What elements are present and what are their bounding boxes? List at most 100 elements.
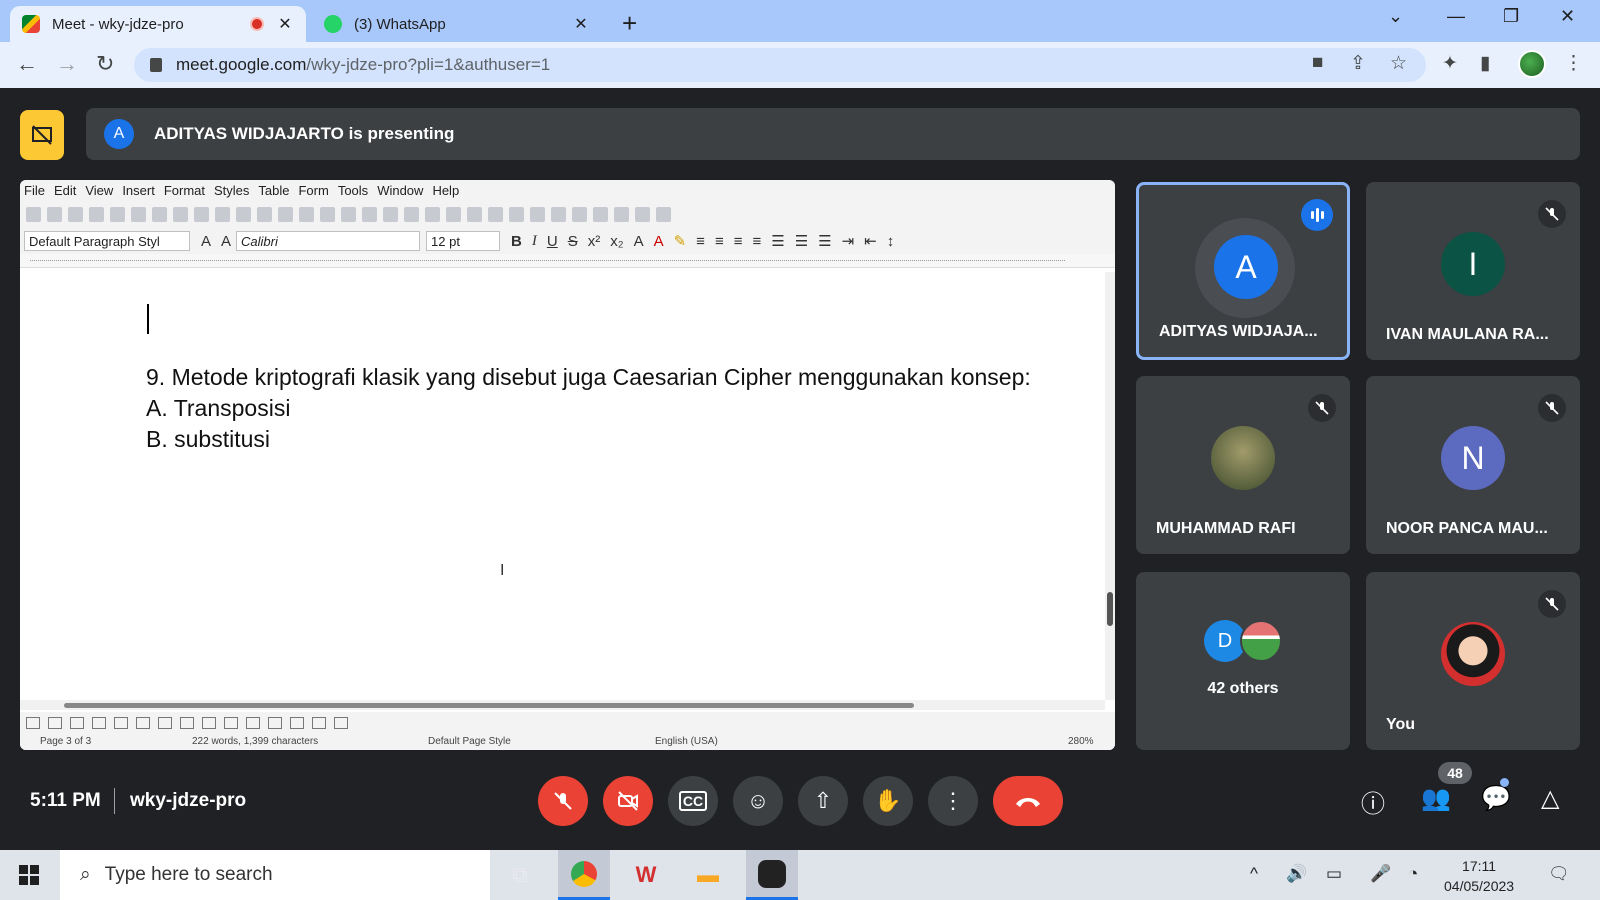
insert-textbox-icon[interactable] — [383, 206, 398, 222]
cut-icon[interactable] — [131, 206, 146, 222]
highlight-icon[interactable]: ✎ — [674, 232, 687, 250]
bold-icon[interactable]: B — [511, 233, 522, 250]
save-icon[interactable] — [47, 206, 62, 222]
line-icon[interactable] — [614, 206, 629, 222]
address-bar[interactable]: meet.google.com/wky-jdze-pro?pli=1&authu… — [134, 48, 1426, 82]
menu-edit[interactable]: Edit — [54, 183, 76, 198]
minimize-icon[interactable]: — — [1447, 6, 1465, 27]
share-icon[interactable]: ⇪ — [1350, 52, 1366, 75]
camera-toggle-button[interactable] — [603, 776, 653, 826]
increase-indent-icon[interactable]: ⇥ — [842, 232, 855, 250]
microphone-tray-icon[interactable]: 🎤 — [1370, 864, 1391, 884]
paste-icon[interactable] — [173, 206, 188, 222]
insert-table-icon[interactable] — [320, 206, 335, 222]
print-preview-icon[interactable] — [110, 206, 125, 222]
participant-tile[interactable]: I IVAN MAULANA RA... — [1366, 182, 1580, 360]
new-style-icon[interactable]: A — [221, 233, 231, 250]
decrease-indent-icon[interactable]: ⇤ — [864, 232, 877, 250]
ruler[interactable] — [20, 254, 1115, 268]
notifications-icon[interactable]: 🗨 — [1548, 864, 1570, 884]
triangle-tool-icon[interactable] — [158, 717, 172, 729]
line-spacing-icon[interactable]: ↕ — [887, 233, 895, 250]
insert-chart-icon[interactable] — [362, 206, 377, 222]
ellipse-tool-icon[interactable] — [136, 717, 150, 729]
hyperlink-icon[interactable] — [467, 206, 482, 222]
strikethrough-icon[interactable]: S — [568, 233, 578, 250]
export-pdf-icon[interactable] — [68, 206, 83, 222]
battery-icon[interactable]: ▭ — [1326, 864, 1342, 884]
stars-icon[interactable] — [246, 717, 260, 729]
new-tab-icon[interactable]: + — [622, 8, 637, 39]
track-changes-icon[interactable] — [593, 206, 608, 222]
wps-office-icon[interactable]: W — [620, 850, 672, 900]
close-tab-icon[interactable]: ✕ — [572, 14, 590, 34]
wifi-icon[interactable]: ◔ — [1408, 864, 1418, 884]
bookmark-icon[interactable] — [530, 206, 545, 222]
block-arrows-icon[interactable] — [224, 717, 238, 729]
rectangle-tool-icon[interactable] — [114, 717, 128, 729]
scroll-thumb[interactable] — [64, 703, 914, 708]
menu-insert[interactable]: Insert — [122, 183, 155, 198]
forward-icon[interactable]: → — [56, 51, 78, 77]
menu-form[interactable]: Form — [298, 183, 328, 198]
curve-tool-icon[interactable] — [92, 717, 106, 729]
italic-icon[interactable]: I — [532, 233, 537, 250]
more-menu-icon[interactable]: ⋮ — [1564, 52, 1583, 75]
paragraph-style-select[interactable]: Default Paragraph Styl — [24, 231, 190, 251]
print-icon[interactable] — [89, 206, 104, 222]
spelling-icon[interactable] — [278, 206, 293, 222]
show-hidden-icons[interactable]: ^ — [1250, 864, 1258, 884]
scroll-thumb[interactable] — [1107, 592, 1113, 626]
more-options-button[interactable]: ⋮ — [928, 776, 978, 826]
camera-in-use-icon[interactable]: ■ — [1312, 52, 1323, 74]
chrome-icon[interactable] — [558, 850, 610, 900]
side-panel-icon[interactable]: ▮ — [1480, 52, 1490, 75]
file-explorer-icon[interactable]: ▬ — [682, 850, 734, 900]
undo-icon[interactable] — [215, 206, 230, 222]
raise-hand-button[interactable]: ✋ — [863, 776, 913, 826]
insert-field-icon[interactable] — [425, 206, 440, 222]
menu-view[interactable]: View — [85, 183, 113, 198]
participant-tile[interactable]: N NOOR PANCA MAU... — [1366, 376, 1580, 554]
font-name-select[interactable]: Calibri — [236, 231, 421, 251]
stop-presenting-icon[interactable] — [20, 110, 64, 160]
microphone-toggle-button[interactable] — [538, 776, 588, 826]
menu-window[interactable]: Window — [377, 183, 423, 198]
chat-icon[interactable]: 💬 — [1481, 784, 1511, 813]
font-size-select[interactable]: 12 pt — [426, 231, 501, 251]
open-icon[interactable] — [26, 206, 41, 222]
underline-icon[interactable]: U — [547, 233, 558, 250]
self-tile[interactable]: You — [1366, 572, 1580, 750]
basic-shapes-icon[interactable] — [635, 206, 650, 222]
reactions-button[interactable]: ☺ — [733, 776, 783, 826]
horizontal-scrollbar[interactable] — [20, 700, 1105, 710]
draw-functions-icon[interactable] — [656, 206, 671, 222]
tab-whatsapp[interactable]: (3) WhatsApp ✕ — [312, 6, 602, 42]
vertical-scrollbar[interactable] — [1105, 272, 1115, 700]
back-icon[interactable]: ← — [16, 51, 38, 77]
special-character-icon[interactable] — [446, 206, 461, 222]
taskbar-clock[interactable]: 17:11 04/05/2023 — [1444, 856, 1514, 896]
no-list-icon[interactable]: ☰ — [818, 232, 831, 250]
task-view-icon[interactable]: ⧉ — [494, 850, 546, 900]
document-page[interactable]: 9. Metode kriptografi klasik yang disebu… — [20, 272, 1105, 700]
update-style-icon[interactable]: A — [201, 233, 211, 250]
textbox-tool-icon[interactable] — [312, 717, 326, 729]
leave-call-button[interactable] — [993, 776, 1063, 826]
participant-tile[interactable]: MUHAMMAD RAFI — [1136, 376, 1350, 554]
people-icon[interactable]: 👥 — [1421, 784, 1451, 813]
present-button[interactable]: ⇧ — [798, 776, 848, 826]
profile-avatar[interactable] — [1518, 50, 1546, 78]
shapes-tool-icon[interactable] — [180, 717, 194, 729]
menu-file[interactable]: File — [24, 183, 45, 198]
clone-format-icon[interactable] — [194, 206, 209, 222]
bookmark-star-icon[interactable]: ☆ — [1390, 52, 1407, 75]
symbol-shapes-icon[interactable] — [202, 717, 216, 729]
meeting-info-icon[interactable]: ⓘ — [1361, 784, 1385, 819]
close-tab-icon[interactable]: ✕ — [276, 14, 294, 34]
align-right-icon[interactable]: ≡ — [734, 233, 743, 250]
menu-help[interactable]: Help — [432, 183, 459, 198]
activities-icon[interactable]: △ — [1541, 784, 1559, 813]
numbered-list-icon[interactable]: ☰ — [795, 232, 808, 250]
participant-tile[interactable]: A ADITYAS WIDJAJA... — [1136, 182, 1350, 360]
